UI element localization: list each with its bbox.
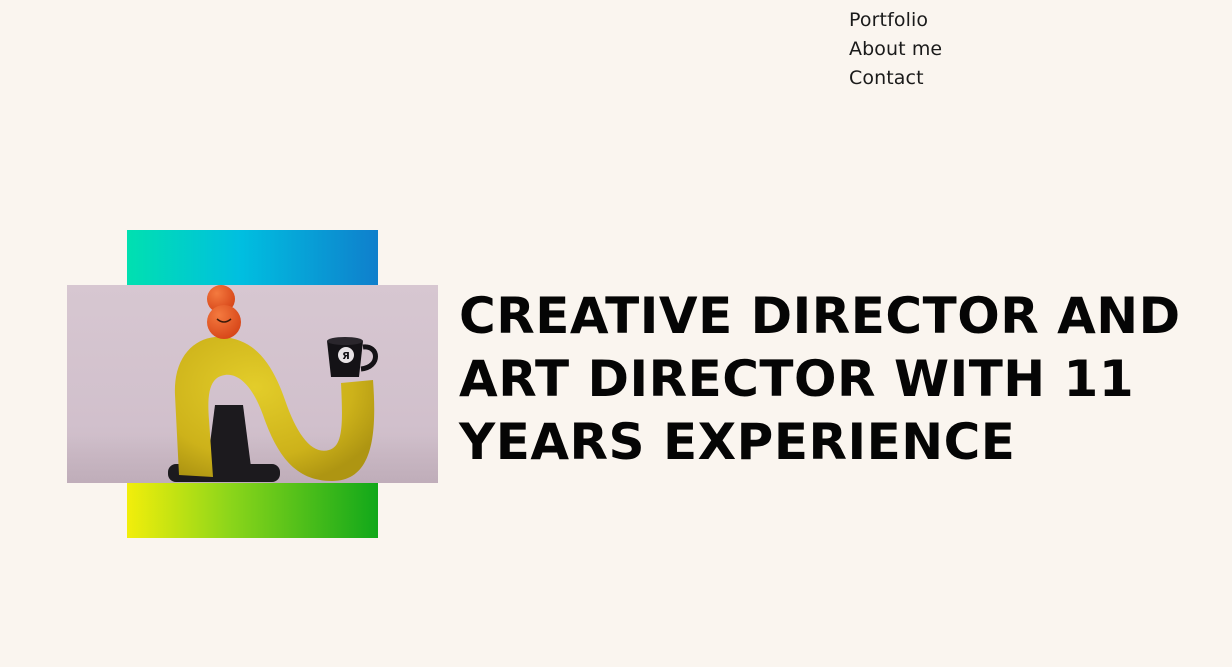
main-nav: Portfolio About me Contact: [849, 6, 942, 93]
headline-line-1: CREATIVE DIRECTOR AND: [459, 287, 1181, 345]
hero-headline: CREATIVE DIRECTOR AND ART DIRECTOR WITH …: [459, 285, 1199, 474]
hero-image: Я: [67, 285, 438, 483]
mug-logo: Я: [342, 351, 350, 362]
gradient-block-top: [127, 230, 378, 285]
gradient-block-bottom: [127, 483, 378, 538]
headline-line-2: ART DIRECTOR WITH 11: [459, 350, 1135, 408]
sculpture-illustration: Я: [67, 285, 438, 483]
nav-link-about[interactable]: About me: [849, 35, 942, 64]
nav-link-contact[interactable]: Contact: [849, 64, 942, 93]
headline-line-3: YEARS EXPERIENCE: [459, 413, 1016, 471]
nav-link-portfolio[interactable]: Portfolio: [849, 6, 942, 35]
